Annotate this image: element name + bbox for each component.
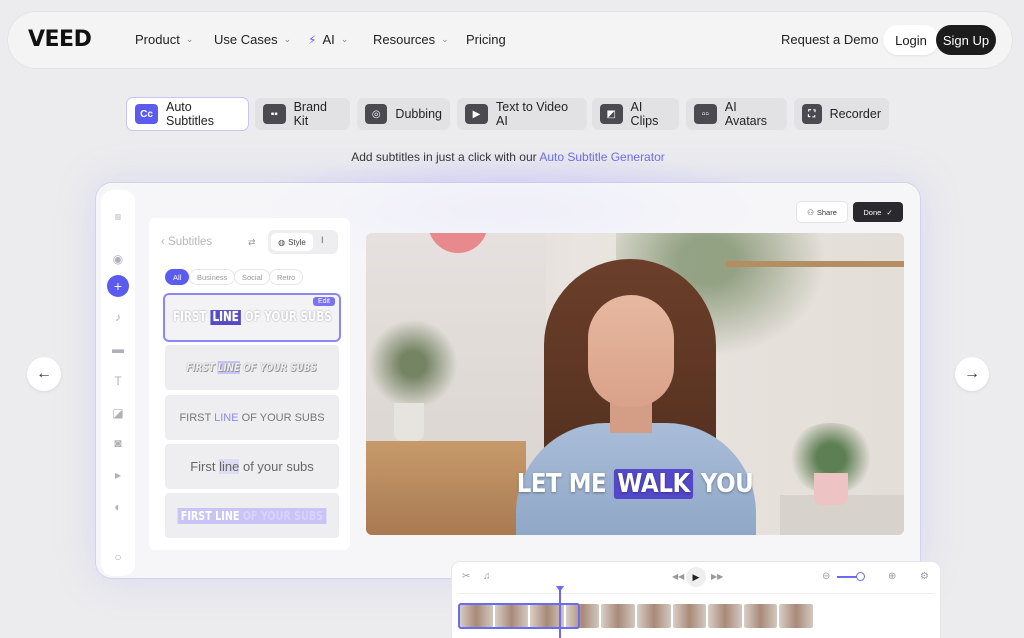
track-frame [636, 604, 671, 628]
chevron-down-icon: ⌄ [283, 34, 292, 44]
subtitle-style-card[interactable]: Edit FIRST LINE OF YOUR SUBS [165, 295, 339, 340]
nav-item-product[interactable]: Product ⌄ [135, 32, 193, 47]
editor-toolbar: ≡ ◉ + ♪ ▬ T ◪ ◙ ▸ ◐ ○ [101, 190, 135, 576]
track-frame [779, 604, 813, 628]
tab-text-to-video[interactable]: ▶ Text to Video AI [457, 98, 587, 130]
lightning-icon: ⚡ [308, 32, 317, 47]
filter-all[interactable]: All [165, 269, 190, 285]
wall-shelf [726, 261, 904, 267]
tab-ai-avatars[interactable]: ▫▫ AI Avatars [686, 98, 787, 130]
subtitle-style-card[interactable]: FIRST LINE OF YOUR SUBS [165, 395, 339, 440]
auto-subtitle-generator-link[interactable]: Auto Subtitle Generator [539, 150, 664, 164]
timeline-ruler [458, 593, 934, 594]
add-media-button[interactable]: + [107, 275, 129, 297]
text-tool-icon[interactable]: T [109, 372, 127, 390]
nav-item-ai[interactable]: ⚡ AI ⌄ [308, 32, 348, 47]
playhead-handle[interactable] [556, 586, 564, 592]
previous-arrow-button[interactable]: ← [27, 357, 61, 391]
skip-back-icon[interactable]: ◀◀ [672, 572, 684, 581]
style-toggle: ◍ Style I [268, 230, 338, 254]
track-frame [743, 604, 778, 628]
transitions-icon[interactable]: ▸ [109, 466, 127, 484]
dubbing-icon: ◎ [365, 104, 388, 124]
next-arrow-button[interactable]: → [955, 357, 989, 391]
share-button[interactable]: ⚇ Share [797, 202, 847, 222]
chevron-down-icon: ⌄ [185, 34, 194, 44]
microphone-icon[interactable]: ♫ [483, 571, 491, 582]
video-preview[interactable]: LET ME WALK YOU [366, 233, 904, 535]
nav-item-use-cases[interactable]: Use Cases ⌄ [214, 32, 291, 47]
back-chevron-icon[interactable]: ‹ [161, 236, 165, 248]
subtitle-style-card[interactable]: FIRST LINE OF YOUR SUBS [165, 345, 339, 390]
track-frame [708, 604, 742, 628]
adjust-icon[interactable]: ⇄ [248, 237, 256, 248]
scissors-icon[interactable]: ✂ [462, 571, 470, 582]
tab-recorder[interactable]: ⛶ Recorder [794, 98, 889, 130]
help-icon[interactable]: ○ [109, 548, 127, 566]
avatar-icon: ▫▫ [694, 104, 717, 124]
brand-kit-icon: ▪▪ [263, 104, 286, 124]
clips-icon: ◩ [600, 104, 623, 124]
nav-item-resources[interactable]: Resources ⌄ [373, 32, 449, 47]
chevron-down-icon: ⌄ [441, 34, 449, 44]
done-button[interactable]: Done ✓ [853, 202, 903, 222]
tab-brand-kit[interactable]: ▪▪ Brand Kit [255, 98, 350, 130]
top-navigation: VEED Product ⌄ Use Cases ⌄ ⚡ AI ⌄ Resources… [8, 12, 1012, 68]
track-frame [672, 604, 707, 628]
tab-ai-clips[interactable]: ◩ AI Clips [592, 98, 679, 130]
gear-icon[interactable]: ⚙ [920, 571, 929, 582]
audio-icon[interactable]: ♪ [109, 308, 127, 326]
veed-logo[interactable]: VEED [28, 27, 92, 52]
text-to-video-icon: ▶ [465, 104, 488, 124]
settings-icon[interactable]: ◉ [109, 250, 127, 268]
filters-icon[interactable]: ◐ [109, 498, 127, 516]
tab-dubbing[interactable]: ◎ Dubbing [357, 98, 450, 130]
elements-icon[interactable]: ◪ [109, 404, 127, 422]
check-icon: ✓ [886, 207, 893, 217]
filter-social[interactable]: Social [234, 269, 271, 285]
subtitle-style-card[interactable]: FIRST LINE OF YOUR SUBS [165, 493, 339, 538]
captions-icon: Cc [135, 104, 159, 124]
panel-header: ‹ Subtitles [161, 236, 213, 248]
signup-button[interactable]: Sign Up [936, 25, 996, 55]
text-cursor-icon[interactable]: I [321, 235, 324, 245]
add-user-icon: ⚇ [807, 207, 814, 217]
presenter-face [588, 295, 674, 407]
playhead[interactable] [559, 588, 561, 638]
nav-item-pricing[interactable]: Pricing [466, 32, 506, 47]
zoom-out-icon[interactable]: ⊖ [822, 571, 830, 582]
chevron-down-icon: ⌄ [340, 34, 349, 44]
subtitle-style-card[interactable]: First line of your subs [165, 444, 339, 489]
skip-forward-icon[interactable]: ▶▶ [711, 572, 723, 581]
play-button[interactable]: ▶ [686, 567, 706, 587]
track-frame [601, 604, 635, 628]
subtitles-tool-icon[interactable]: ▬ [109, 340, 127, 358]
request-demo-link[interactable]: Request a Demo [781, 32, 879, 47]
filter-business[interactable]: Business [189, 269, 236, 285]
login-button[interactable]: Login [883, 25, 939, 55]
palette-icon: ◍ [278, 237, 286, 247]
subtitles-panel: ‹ Subtitles ⇄ ◍ Style I All Business Soc… [149, 218, 350, 550]
tagline: Add subtitles in just a click with our A… [351, 150, 665, 164]
filter-retro[interactable]: Retro [269, 269, 304, 285]
selected-clip[interactable] [458, 603, 580, 629]
video-caption: LET ME WALK YOU [516, 469, 754, 499]
menu-icon[interactable]: ≡ [109, 208, 127, 226]
zoom-in-icon[interactable]: ⊕ [888, 571, 896, 582]
tab-auto-subtitles[interactable]: Cc Auto Subtitles [127, 98, 248, 130]
edit-badge[interactable]: Edit [312, 297, 335, 306]
zoom-slider-handle[interactable] [856, 572, 865, 581]
style-button[interactable]: ◍ Style [271, 233, 313, 251]
timeline-panel: ✂ ♫ ◀◀ ▶ ▶▶ ⊖ ⊕ ⚙ [452, 562, 940, 638]
recorder-icon: ⛶ [802, 104, 822, 124]
record-icon[interactable]: ◙ [109, 434, 127, 452]
